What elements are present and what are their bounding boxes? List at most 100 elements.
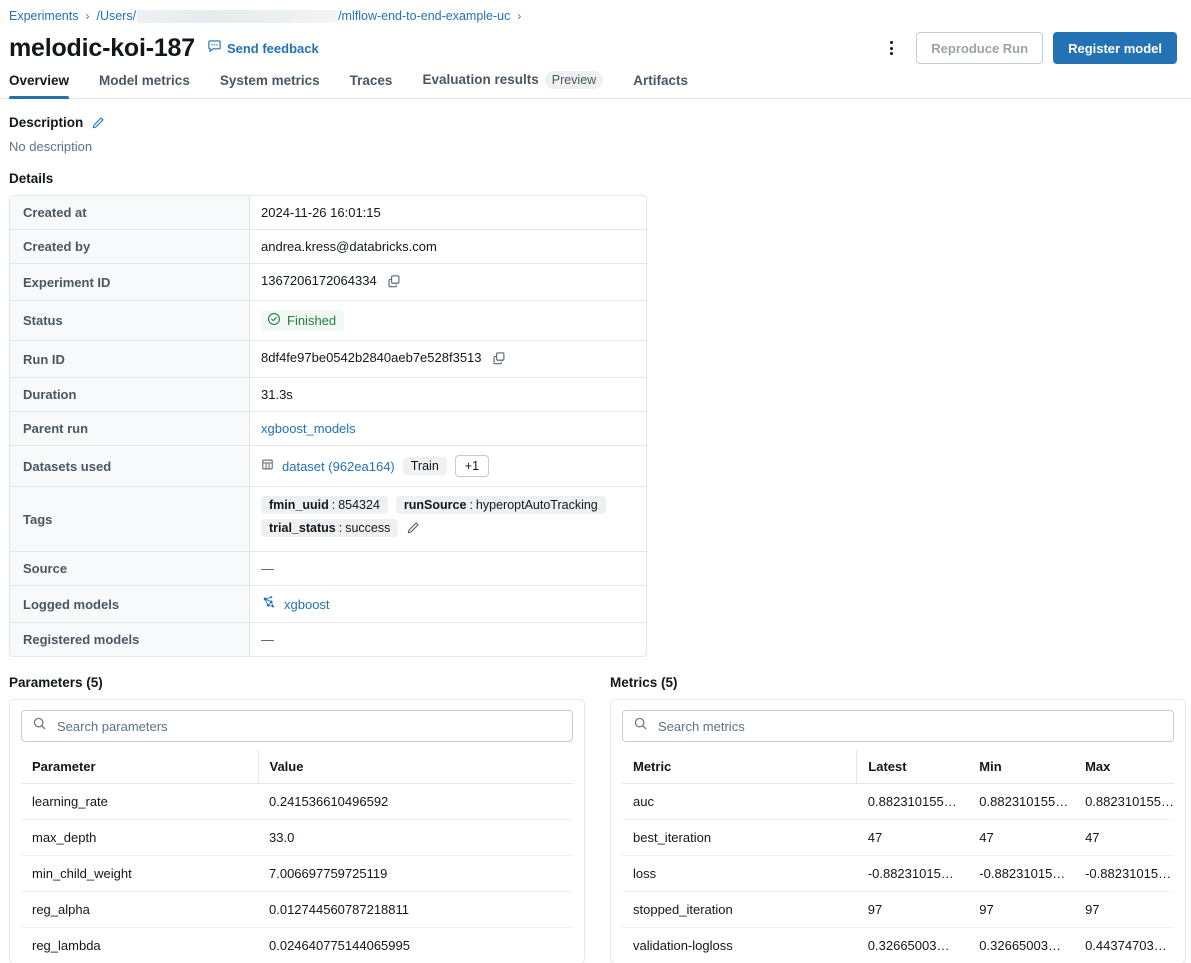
- table-row: learning_rate 0.241536610496592: [21, 784, 573, 820]
- metric-name-link[interactable]: validation-logloss: [622, 928, 857, 963]
- metric-min: 97: [968, 892, 1074, 928]
- metrics-box: Metric Latest Min Max auc 0.882310155… 0…: [610, 699, 1186, 963]
- table-row: Run ID 8df4fe97be0542b2840aeb7e528f3513: [10, 341, 646, 378]
- metric-name-link[interactable]: auc: [622, 784, 857, 820]
- tab-overview[interactable]: Overview: [9, 73, 69, 98]
- col-latest[interactable]: Latest: [857, 750, 969, 784]
- status-cell: Finished: [250, 301, 646, 341]
- status-label: Status: [10, 301, 250, 341]
- duration-value: 31.3s: [250, 378, 646, 412]
- metric-name-link[interactable]: stopped_iteration: [622, 892, 857, 928]
- parameter-value: 7.006697759725119: [258, 856, 573, 892]
- register-model-button[interactable]: Register model: [1053, 32, 1177, 64]
- copy-icon[interactable]: [387, 274, 401, 291]
- col-metric[interactable]: Metric: [622, 750, 857, 784]
- tab-model-metrics-label: Model metrics: [99, 73, 190, 89]
- copy-icon[interactable]: [492, 351, 506, 368]
- details-title: Details: [0, 154, 1191, 186]
- table-row: Created at 2024-11-26 16:01:15: [10, 196, 646, 230]
- tag-trial-status: trial_status: success: [261, 519, 398, 537]
- tab-system-metrics[interactable]: System metrics: [220, 73, 320, 98]
- table-row: Created by andrea.kress@databricks.com: [10, 230, 646, 264]
- table-row: Registered models —: [10, 623, 646, 656]
- search-icon: [633, 716, 648, 736]
- bottom-panels: Parameters (5) Parameter Value: [0, 657, 1191, 963]
- table-row: Status Finished: [10, 301, 646, 341]
- tags-list: fmin_uuid: 854324 runSource: hyperoptAut…: [261, 496, 641, 542]
- parameter-name: learning_rate: [21, 784, 258, 820]
- metric-name-link[interactable]: loss: [622, 856, 857, 892]
- metric-min: 47: [968, 820, 1074, 856]
- tab-evaluation-results[interactable]: Evaluation results Preview: [422, 71, 603, 98]
- registered-models-label: Registered models: [10, 623, 250, 656]
- search-metrics-input[interactable]: [656, 718, 1163, 735]
- table-icon: [261, 458, 274, 474]
- table-row: Duration 31.3s: [10, 378, 646, 412]
- table-row: Experiment ID 1367206172064334: [10, 264, 646, 301]
- more-options-icon[interactable]: [876, 33, 906, 63]
- metric-latest: -0.88231015…: [857, 856, 969, 892]
- breadcrumb-path[interactable]: /Users/ /mlflow-end-to-end-example-uc: [96, 8, 510, 24]
- search-parameters-box[interactable]: [21, 710, 573, 742]
- preview-badge: Preview: [545, 71, 603, 89]
- send-feedback-button[interactable]: Send feedback: [207, 39, 319, 57]
- reproduce-run-button[interactable]: Reproduce Run: [916, 32, 1043, 64]
- dataset-split-badge: Train: [403, 457, 447, 475]
- tag-value: hyperoptAutoTracking: [476, 498, 598, 512]
- search-parameters-input[interactable]: [55, 718, 562, 735]
- tag-key: fmin_uuid: [269, 498, 329, 512]
- metric-name-link[interactable]: best_iteration: [622, 820, 857, 856]
- tab-model-metrics[interactable]: Model metrics: [99, 73, 190, 98]
- col-max[interactable]: Max: [1074, 750, 1174, 784]
- metric-max: 0.882310155…: [1074, 784, 1174, 820]
- parent-run-link[interactable]: xgboost_models: [261, 421, 356, 436]
- created-at-label: Created at: [10, 196, 250, 230]
- description-title: Description: [9, 115, 83, 130]
- parent-run-label: Parent run: [10, 412, 250, 446]
- metric-min: 0.882310155…: [968, 784, 1074, 820]
- table-row: max_depth 33.0: [21, 820, 573, 856]
- edit-tags-pencil-icon[interactable]: [406, 521, 420, 535]
- status-badge: Finished: [261, 310, 344, 331]
- parameters-box: Parameter Value learning_rate 0.24153661…: [9, 699, 585, 963]
- metric-latest: 0.32665003…: [857, 928, 969, 963]
- col-parameter[interactable]: Parameter: [21, 750, 258, 784]
- tab-traces[interactable]: Traces: [350, 73, 393, 98]
- table-row: Logged models xgboost: [10, 586, 646, 623]
- breadcrumb-experiments[interactable]: Experiments: [9, 8, 78, 24]
- experiment-id-value: 1367206172064334: [261, 273, 377, 288]
- table-row: validation-logloss 0.32665003… 0.3266500…: [622, 928, 1174, 963]
- table-row: stopped_iteration 97 97 97: [622, 892, 1174, 928]
- breadcrumb-users-prefix: /Users/: [96, 8, 136, 24]
- tag-value: success: [345, 521, 390, 535]
- tab-system-metrics-label: System metrics: [220, 73, 320, 89]
- logged-model-row: xgboost: [261, 595, 646, 613]
- table-row: reg_alpha 0.012744560787218811: [21, 892, 573, 928]
- parameter-name: min_child_weight: [21, 856, 258, 892]
- created-by-label: Created by: [10, 230, 250, 264]
- model-graph-icon: [261, 595, 276, 613]
- tags-label: Tags: [10, 487, 250, 552]
- logged-models-label: Logged models: [10, 586, 250, 623]
- logged-model-link[interactable]: xgboost: [284, 597, 330, 612]
- parameter-value: 0.241536610496592: [258, 784, 573, 820]
- search-metrics-box[interactable]: [622, 710, 1174, 742]
- dataset-link[interactable]: dataset (962ea164): [282, 459, 395, 474]
- dataset-row: dataset (962ea164) Train +1: [261, 455, 646, 477]
- tags-cell: fmin_uuid: 854324 runSource: hyperoptAut…: [250, 487, 646, 552]
- metric-latest: 0.882310155…: [857, 784, 969, 820]
- dataset-more-button[interactable]: +1: [455, 455, 489, 477]
- col-value[interactable]: Value: [258, 750, 573, 784]
- metrics-title: Metrics (5): [610, 675, 1186, 690]
- source-value: —: [250, 552, 646, 586]
- redacted-username: [137, 10, 337, 23]
- col-min[interactable]: Min: [968, 750, 1074, 784]
- created-at-value: 2024-11-26 16:01:15: [250, 196, 646, 230]
- table-row: loss -0.88231015… -0.88231015… -0.882310…: [622, 856, 1174, 892]
- tag-key: trial_status: [269, 521, 336, 535]
- duration-label: Duration: [10, 378, 250, 412]
- tab-artifacts[interactable]: Artifacts: [633, 73, 688, 98]
- metric-min: -0.88231015…: [968, 856, 1074, 892]
- edit-description-pencil-icon[interactable]: [91, 116, 105, 130]
- source-label: Source: [10, 552, 250, 586]
